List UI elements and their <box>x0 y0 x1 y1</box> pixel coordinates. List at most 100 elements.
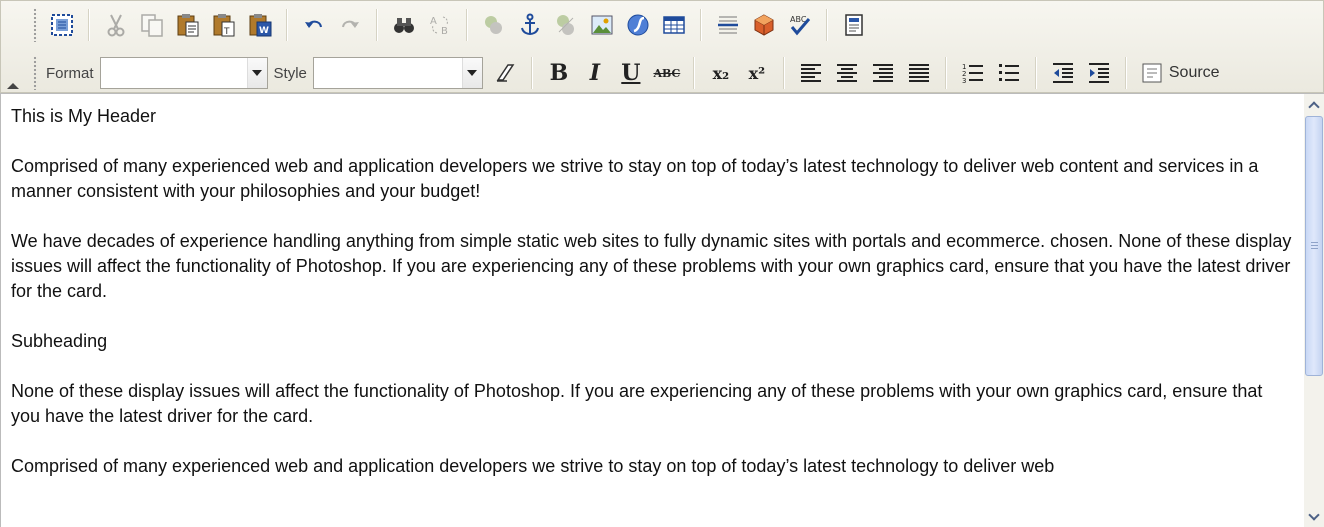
unlink-button[interactable] <box>476 6 512 44</box>
select-all-icon <box>51 14 73 36</box>
svg-text:3: 3 <box>962 77 966 85</box>
editor-paragraph[interactable]: Comprised of many experienced web and ap… <box>11 454 1293 479</box>
undo-icon <box>305 20 322 28</box>
template-icon <box>845 14 863 36</box>
strikethrough-button[interactable]: ABC <box>649 54 685 92</box>
svg-text:T: T <box>223 27 230 37</box>
toolbar-grip <box>33 56 38 90</box>
toolbar-separator <box>826 9 828 41</box>
style-label: Style <box>273 64 307 82</box>
editor-paragraph[interactable]: We have decades of experience handling a… <box>11 229 1293 304</box>
link-icon <box>557 15 574 35</box>
superscript-button[interactable]: x² <box>739 54 775 92</box>
bullet-list-button[interactable] <box>991 54 1027 92</box>
special-char-button[interactable] <box>746 6 782 44</box>
toolbar-separator <box>700 9 702 41</box>
align-center-button[interactable] <box>829 54 865 92</box>
table-icon <box>663 16 685 34</box>
scroll-up-button[interactable] <box>1305 96 1323 114</box>
toolbar-separator <box>530 57 533 89</box>
indent-button[interactable] <box>1081 54 1117 92</box>
undo-button[interactable] <box>296 6 332 44</box>
horizontal-rule-icon <box>718 16 738 34</box>
toolbar-separator <box>692 57 695 89</box>
editor-subheading[interactable]: Subheading <box>11 329 1293 354</box>
outdent-button[interactable] <box>1045 54 1081 92</box>
svg-text:W: W <box>259 26 269 36</box>
spellcheck-button[interactable]: ABC <box>782 6 818 44</box>
subscript-button[interactable]: x₂ <box>703 54 739 92</box>
toolbar-grip <box>33 8 38 42</box>
chevron-down-icon[interactable] <box>461 58 482 88</box>
image-button[interactable] <box>584 6 620 44</box>
redo-button[interactable] <box>332 6 368 44</box>
toolbar-separator <box>466 9 468 41</box>
svg-text:A: A <box>430 16 437 27</box>
format-label: Format <box>46 64 94 82</box>
vertical-scrollbar[interactable] <box>1304 94 1324 527</box>
toolbar-row-2: Format Style B I U ABC x₂ x² 1 2 3 Sourc… <box>29 53 1226 93</box>
align-right-icon <box>872 64 893 82</box>
select-all-button[interactable] <box>44 6 80 44</box>
bold-button[interactable]: B <box>541 54 577 92</box>
cut-icon <box>107 14 125 37</box>
chevron-down-icon[interactable] <box>246 58 267 88</box>
outdent-icon <box>1052 63 1073 83</box>
paste-text-button[interactable]: T <box>206 6 242 44</box>
link-button[interactable] <box>548 6 584 44</box>
align-right-button[interactable] <box>865 54 901 92</box>
editor-heading[interactable]: This is My Header <box>11 104 1293 129</box>
paste-text-icon: T <box>213 14 235 37</box>
format-dropdown[interactable] <box>99 57 268 89</box>
paste-button[interactable] <box>170 6 206 44</box>
toolbar-separator <box>944 57 947 89</box>
justify-button[interactable] <box>901 54 937 92</box>
copy-button[interactable] <box>134 6 170 44</box>
editor-paragraph[interactable]: Comprised of many experienced web and ap… <box>11 154 1293 204</box>
style-value <box>314 58 462 88</box>
svg-text:B: B <box>441 26 448 37</box>
superscript-icon: x² <box>748 63 766 83</box>
remove-format-button[interactable] <box>487 54 523 92</box>
anchor-button[interactable] <box>512 6 548 44</box>
horizontal-rule-button[interactable] <box>710 6 746 44</box>
align-left-icon <box>800 64 821 82</box>
numbered-list-button[interactable]: 123 <box>955 54 991 92</box>
style-dropdown[interactable] <box>312 57 483 89</box>
toolbar-separator <box>88 9 90 41</box>
scrollbar-thumb[interactable] <box>1305 116 1323 376</box>
toolbar-separator <box>1034 57 1037 89</box>
editor-toolbar: T W AB ABC Format Style B I U ABC x₂ x² … <box>0 0 1324 93</box>
source-label: Source <box>1168 64 1220 81</box>
align-center-icon <box>836 64 857 82</box>
copy-icon <box>141 14 163 37</box>
format-value <box>101 58 247 88</box>
toolbar-collapse-icon[interactable] <box>7 83 19 89</box>
indent-icon <box>1088 63 1109 83</box>
template-button[interactable] <box>836 6 872 44</box>
subscript-icon: x₂ <box>712 63 730 83</box>
cut-button[interactable] <box>98 6 134 44</box>
remove-format-icon <box>496 64 515 82</box>
scroll-down-button[interactable] <box>1305 508 1323 526</box>
editor-paragraph[interactable]: None of these display issues will affect… <box>11 379 1293 429</box>
paste-icon <box>177 14 199 37</box>
source-button[interactable]: Source <box>1135 54 1226 92</box>
strikethrough-icon: ABC <box>653 66 681 80</box>
source-icon <box>1142 63 1162 83</box>
align-left-button[interactable] <box>793 54 829 92</box>
flash-object-button[interactable] <box>620 6 656 44</box>
redo-icon <box>342 20 359 28</box>
paste-word-button[interactable]: W <box>242 6 278 44</box>
spellcheck-icon: ABC <box>790 15 811 36</box>
replace-button[interactable]: AB <box>422 6 458 44</box>
special-char-icon <box>754 14 774 36</box>
table-button[interactable] <box>656 6 692 44</box>
bold-icon: B <box>549 60 569 86</box>
editor-document[interactable]: This is My Header Comprised of many expe… <box>11 104 1293 504</box>
underline-icon: U <box>621 60 641 86</box>
find-button[interactable] <box>386 6 422 44</box>
underline-button[interactable]: U <box>613 54 649 92</box>
italic-button[interactable]: I <box>577 54 613 92</box>
editor-content-area[interactable]: This is My Header Comprised of many expe… <box>0 93 1324 527</box>
